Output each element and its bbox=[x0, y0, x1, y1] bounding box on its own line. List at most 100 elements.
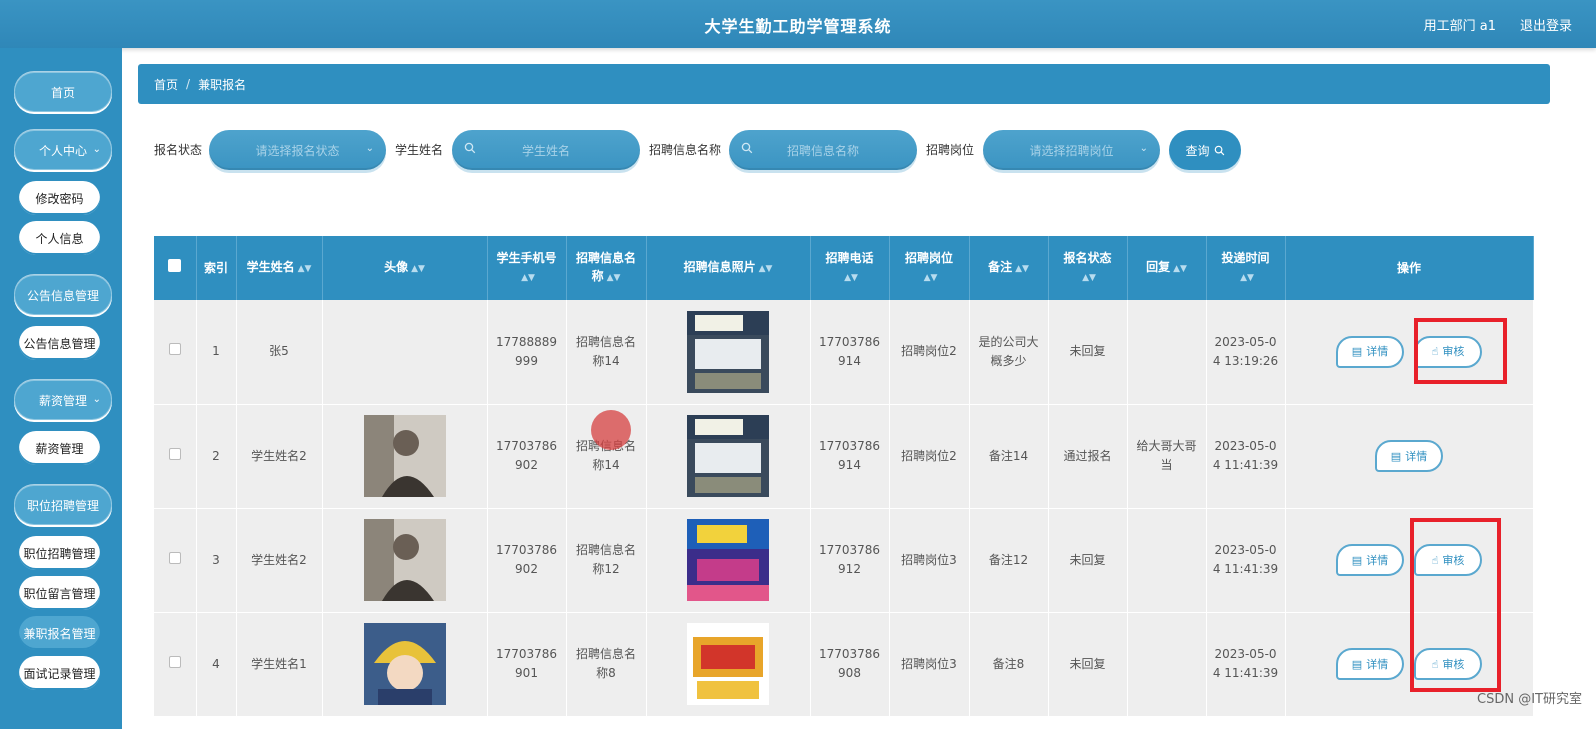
document-icon: ▤ bbox=[1351, 657, 1363, 671]
col-reply[interactable]: 回复 ▲▼ bbox=[1127, 236, 1207, 300]
row-checkbox[interactable] bbox=[154, 612, 197, 717]
cell-actions: ▤ 详情 bbox=[1285, 404, 1534, 509]
sidebar-item-salary-group[interactable]: 薪资管理 ⌄ bbox=[14, 380, 112, 420]
recruit-poster-image[interactable] bbox=[687, 415, 769, 497]
sort-icon: ▲▼ bbox=[411, 264, 425, 274]
cell-reply bbox=[1127, 612, 1207, 717]
sort-icon: ▲▼ bbox=[844, 273, 858, 283]
audit-button[interactable]: ☝ 审核 bbox=[1414, 648, 1482, 680]
col-time[interactable]: 投递时间 ▲▼ bbox=[1206, 236, 1286, 300]
cell-info-photo[interactable] bbox=[646, 508, 811, 613]
row-checkbox[interactable] bbox=[154, 508, 197, 613]
sidebar-item-label: 公告信息管理 bbox=[23, 336, 96, 351]
detail-button[interactable]: ▤ 详情 bbox=[1336, 544, 1404, 576]
cell-tel: 17703786912 bbox=[810, 508, 890, 613]
cell-time: 2023-05-04 11:41:39 bbox=[1206, 404, 1286, 509]
cell-avatar[interactable] bbox=[322, 508, 488, 613]
breadcrumb-home[interactable]: 首页 bbox=[154, 76, 178, 93]
detail-button[interactable]: ▤ 详情 bbox=[1336, 648, 1404, 680]
cell-index: 4 bbox=[196, 612, 237, 717]
cell-student-name: 学生姓名2 bbox=[236, 404, 323, 509]
info-name-input[interactable]: 招聘信息名称 bbox=[729, 130, 917, 170]
sidebar-item-job-group[interactable]: 职位招聘管理 bbox=[14, 485, 112, 525]
status-select[interactable]: 请选择报名状态 ⌄ bbox=[209, 130, 386, 170]
avatar-image[interactable] bbox=[363, 415, 446, 497]
col-status[interactable]: 报名状态 ▲▼ bbox=[1048, 236, 1128, 300]
chevron-down-icon: ⌄ bbox=[92, 144, 101, 155]
sidebar-item-label: 职位招聘管理 bbox=[23, 546, 96, 561]
status-filter-label: 报名状态 bbox=[154, 143, 203, 157]
col-avatar[interactable]: 头像 ▲▼ bbox=[322, 236, 488, 300]
col-tel[interactable]: 招聘电话 ▲▼ bbox=[810, 236, 890, 300]
avatar-image[interactable] bbox=[363, 519, 446, 601]
cell-info-photo[interactable] bbox=[646, 300, 811, 405]
recruit-poster-image[interactable] bbox=[687, 519, 769, 601]
document-icon: ▤ bbox=[1390, 449, 1402, 463]
recruit-poster-image[interactable] bbox=[687, 623, 769, 705]
sidebar-item-notice-group[interactable]: 公告信息管理 bbox=[14, 275, 112, 315]
col-note[interactable]: 备注 ▲▼ bbox=[969, 236, 1049, 300]
col-post[interactable]: 招聘岗位 ▲▼ bbox=[889, 236, 970, 300]
student-name-input[interactable]: 学生姓名 bbox=[452, 130, 640, 170]
sidebar-item-label: 个人中心 bbox=[38, 143, 87, 158]
cell-info-photo[interactable] bbox=[646, 612, 811, 717]
row-checkbox[interactable] bbox=[154, 300, 197, 405]
query-button[interactable]: 查询 bbox=[1169, 130, 1241, 170]
info-name-label: 招聘信息名称 bbox=[649, 143, 722, 157]
select-all-checkbox[interactable] bbox=[154, 236, 197, 300]
cell-student-name: 学生姓名1 bbox=[236, 612, 323, 717]
cell-time: 2023-05-04 11:41:39 bbox=[1206, 612, 1286, 717]
chevron-down-icon: ⌄ bbox=[92, 394, 101, 405]
col-phone[interactable]: 学生手机号 ▲▼ bbox=[487, 236, 567, 300]
audit-button[interactable]: ☝ 审核 bbox=[1414, 544, 1482, 576]
cell-note: 备注12 bbox=[969, 508, 1049, 613]
col-actions: 操作 bbox=[1285, 236, 1534, 300]
col-info-name[interactable]: 招聘信息名称 ▲▼ bbox=[566, 236, 647, 300]
cell-post: 招聘岗位2 bbox=[889, 404, 970, 509]
detail-button[interactable]: ▤ 详情 bbox=[1336, 335, 1404, 368]
sidebar-item-change-password[interactable]: 修改密码 bbox=[19, 181, 100, 215]
cell-time: 2023-05-04 13:19:26 bbox=[1206, 300, 1286, 405]
sidebar-item-notice-manage[interactable]: 公告信息管理 bbox=[19, 326, 100, 360]
col-index: 索引 bbox=[196, 236, 237, 300]
audit-button[interactable]: ☝ 审核 bbox=[1414, 335, 1482, 368]
sidebar-item-label: 职位招聘管理 bbox=[26, 498, 99, 513]
recruit-poster-image[interactable] bbox=[687, 310, 769, 393]
col-student-name[interactable]: 学生姓名 ▲▼ bbox=[236, 236, 323, 300]
breadcrumb: 首页 / 兼职报名 bbox=[138, 64, 1550, 104]
row-checkbox[interactable] bbox=[154, 404, 197, 509]
sidebar-item-job-manage[interactable]: 职位招聘管理 bbox=[19, 536, 100, 570]
student-name-placeholder: 学生姓名 bbox=[521, 143, 570, 158]
sidebar-item-salary-manage[interactable]: 薪资管理 bbox=[19, 431, 100, 465]
document-icon: ▤ bbox=[1351, 345, 1363, 359]
sidebar-item-home[interactable]: 首页 bbox=[14, 72, 112, 112]
logout-link[interactable]: 退出登录 bbox=[1520, 15, 1572, 34]
cell-info-photo[interactable] bbox=[646, 404, 811, 509]
sidebar-item-interview-record[interactable]: 面试记录管理 bbox=[19, 656, 100, 690]
cell-phone: 17703786902 bbox=[487, 508, 567, 613]
sidebar-item-personal-info[interactable]: 个人信息 bbox=[19, 221, 100, 255]
cell-info-name: 招聘信息名称8 bbox=[566, 612, 647, 717]
cell-info-name: 招聘信息名称12 bbox=[566, 508, 647, 613]
sort-icon: ▲▼ bbox=[1240, 273, 1254, 283]
sidebar-item-job-message[interactable]: 职位留言管理 bbox=[19, 576, 100, 610]
sidebar-item-label: 修改密码 bbox=[35, 191, 84, 206]
cell-avatar[interactable] bbox=[322, 404, 488, 509]
sidebar-item-personal-center[interactable]: 个人中心 ⌄ bbox=[14, 130, 112, 170]
sidebar-item-parttime-signup[interactable]: 兼职报名管理 bbox=[19, 616, 100, 650]
detail-button[interactable]: ▤ 详情 bbox=[1375, 440, 1443, 472]
post-select[interactable]: 请选择招聘岗位 ⌄ bbox=[983, 130, 1160, 170]
chevron-down-icon: ⌄ bbox=[1139, 143, 1148, 154]
col-info-photo[interactable]: 招聘信息照片 ▲▼ bbox=[646, 236, 811, 300]
sort-icon: ▲▼ bbox=[923, 273, 938, 283]
cell-avatar[interactable] bbox=[322, 612, 488, 717]
sidebar-item-label: 薪资管理 bbox=[35, 441, 84, 456]
current-user[interactable]: 用工部门 a1 bbox=[1424, 15, 1496, 34]
cell-reply bbox=[1127, 508, 1207, 613]
student-name-label: 学生姓名 bbox=[395, 143, 444, 157]
sort-icon: ▲▼ bbox=[758, 264, 773, 274]
cell-status: 未回复 bbox=[1048, 612, 1128, 717]
avatar-image[interactable] bbox=[363, 623, 446, 705]
sidebar-item-label: 薪资管理 bbox=[38, 393, 87, 408]
sort-icon: ▲▼ bbox=[1015, 264, 1029, 274]
